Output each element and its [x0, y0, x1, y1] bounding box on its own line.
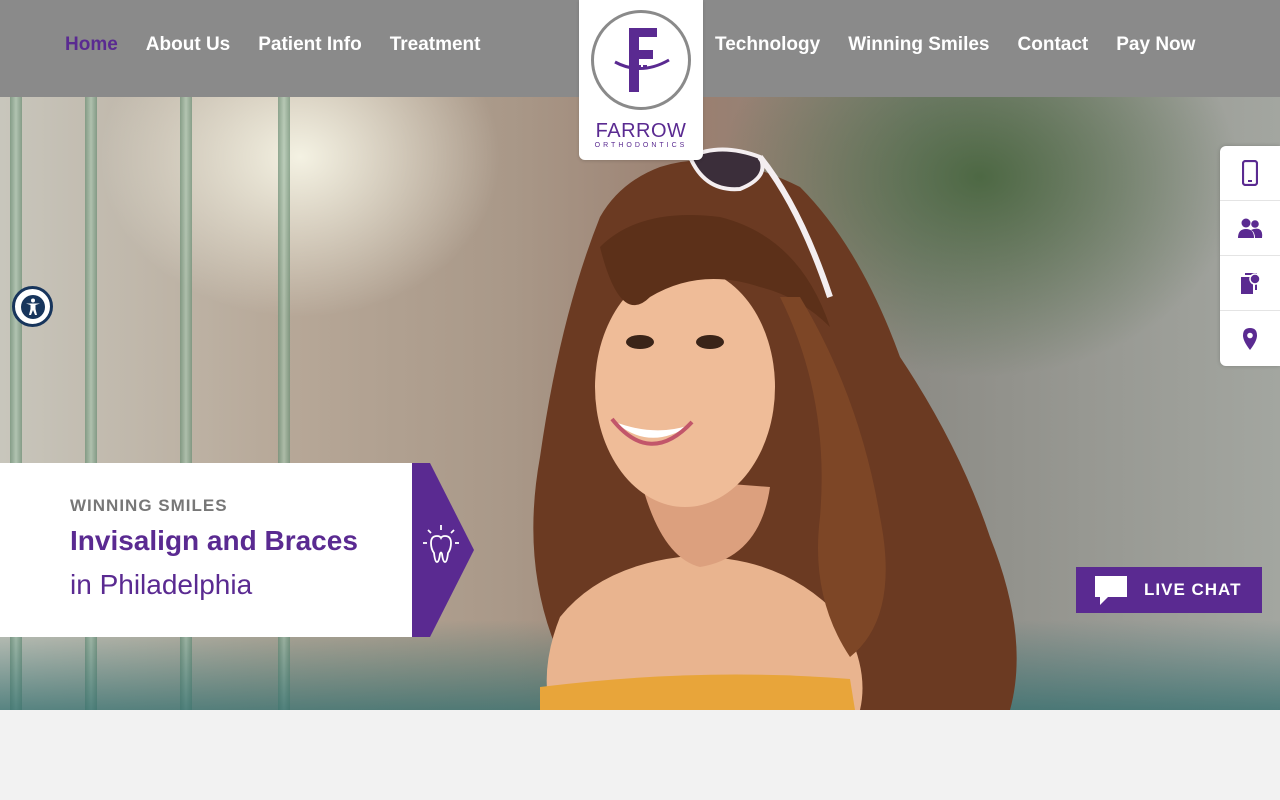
location-icon	[1243, 327, 1257, 350]
sidebar-forms-button[interactable]	[1220, 256, 1280, 311]
hero-caption-card: WINNING SMILES Invisalign and Braces in …	[0, 463, 412, 637]
logo-subtitle: ORTHODONTICS	[594, 142, 688, 149]
logo-mark	[614, 28, 670, 92]
nav-left: Home About Us Patient Info Treatment	[65, 34, 481, 56]
hero-section: WINNING SMILES Invisalign and Braces in …	[0, 97, 1280, 710]
hero-caption-arrow	[412, 463, 474, 637]
page: Home About Us Patient Info Treatment Tec…	[0, 0, 1280, 800]
nav-about-us[interactable]: About Us	[146, 34, 230, 56]
phone-icon	[1242, 160, 1258, 186]
logo-name: FARROW	[595, 120, 687, 142]
nav-patient-info[interactable]: Patient Info	[258, 34, 361, 56]
forms-icon	[1241, 273, 1261, 294]
hero-subtitle: in Philadelphia	[70, 569, 253, 600]
hero-title: Invisalign and Braces	[70, 525, 358, 556]
accessibility-icon	[20, 294, 45, 319]
sidebar-phone-button[interactable]	[1220, 146, 1280, 201]
patients-icon	[1238, 218, 1263, 238]
content-area	[0, 710, 1280, 800]
nav-pay-now[interactable]: Pay Now	[1116, 34, 1195, 56]
live-chat-button[interactable]: LIVE CHAT	[1076, 567, 1262, 613]
nav-treatment[interactable]: Treatment	[390, 34, 481, 56]
nav-right: Technology Winning Smiles Contact Pay No…	[715, 34, 1195, 56]
live-chat-label: LIVE CHAT	[1144, 580, 1242, 599]
sidebar-patients-button[interactable]	[1220, 201, 1280, 256]
nav-technology[interactable]: Technology	[715, 34, 820, 56]
nav-contact[interactable]: Contact	[1018, 34, 1089, 56]
accessibility-button[interactable]	[12, 286, 53, 327]
hero-eyebrow: WINNING SMILES	[70, 496, 228, 515]
nav-home[interactable]: Home	[65, 34, 118, 56]
sidebar-location-button[interactable]	[1220, 311, 1280, 366]
nav-winning-smiles[interactable]: Winning Smiles	[848, 34, 989, 56]
chat-bubble-icon	[1095, 576, 1127, 605]
logo[interactable]: FARROW ORTHODONTICS	[579, 0, 703, 160]
quick-links-sidebar	[1220, 146, 1280, 366]
